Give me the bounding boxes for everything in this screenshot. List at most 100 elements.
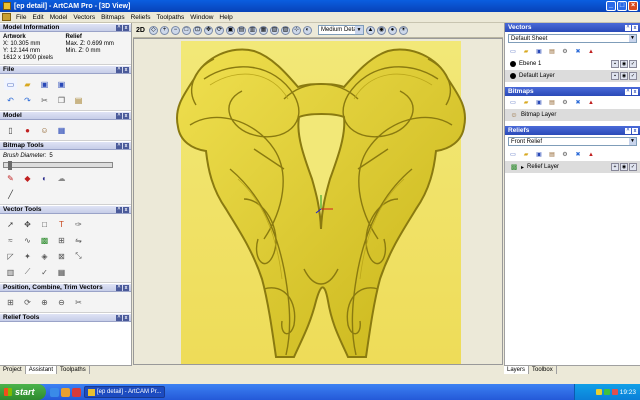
- text-icon[interactable]: T: [55, 218, 68, 230]
- layer-color-swatch[interactable]: [510, 61, 516, 67]
- brush-diameter-value[interactable]: 5: [49, 153, 52, 159]
- paint-brush-icon[interactable]: ✎: [4, 172, 17, 184]
- node-edit-icon[interactable]: ✥: [21, 218, 34, 230]
- left-view-icon[interactable]: ▦: [258, 25, 268, 35]
- menu-toolpaths[interactable]: Toolpaths: [153, 14, 187, 21]
- maximize-button[interactable]: □: [617, 1, 627, 11]
- close-button[interactable]: ×: [628, 1, 638, 11]
- measure-icon[interactable]: ⟋: [21, 266, 34, 278]
- menu-bitmaps[interactable]: Bitmaps: [98, 14, 127, 21]
- tray-icon[interactable]: [595, 389, 602, 395]
- colour-icon[interactable]: ●: [387, 25, 397, 35]
- rotate-icon[interactable]: ⟳: [21, 296, 34, 308]
- tab-toolpaths[interactable]: Toolpaths: [57, 366, 90, 374]
- relief-select[interactable]: Front Relief ▼: [508, 137, 637, 146]
- 2d-view-button[interactable]: 2D: [136, 27, 145, 34]
- wrap-icon[interactable]: ⊠: [55, 250, 68, 262]
- new-relief-layer-icon[interactable]: ▭: [508, 150, 518, 159]
- brush-diameter-slider[interactable]: [3, 161, 113, 170]
- eye-icon[interactable]: ◉: [620, 60, 628, 68]
- new-model-icon[interactable]: ▭: [4, 78, 17, 90]
- relief-properties-icon[interactable]: ⚙: [560, 150, 570, 159]
- close-icon[interactable]: x: [123, 112, 129, 119]
- layer-default[interactable]: Default Layer ▪ ◉ ✓: [505, 70, 640, 82]
- minimize-button[interactable]: _: [606, 1, 616, 11]
- erase-icon[interactable]: ◐: [38, 172, 51, 184]
- array-icon[interactable]: ▥: [4, 266, 17, 278]
- blend-icon[interactable]: ◈: [38, 250, 51, 262]
- save-icon[interactable]: ▣: [38, 78, 51, 90]
- open-bitmap-icon[interactable]: ▰: [521, 98, 531, 107]
- zoom-box-icon[interactable]: ⊡: [192, 25, 202, 35]
- set-origin-icon[interactable]: ●: [21, 124, 34, 136]
- zoom-fit-icon[interactable]: □: [181, 25, 191, 35]
- menu-window[interactable]: Window: [187, 14, 216, 21]
- delete-layer-icon[interactable]: ✖: [573, 47, 583, 56]
- mirror-icon[interactable]: ⇋: [72, 234, 85, 246]
- collapse-icon[interactable]: ^: [625, 88, 631, 95]
- bitmap-merge-icon[interactable]: ▤: [547, 98, 557, 107]
- right-view-icon[interactable]: ▥: [247, 25, 257, 35]
- offset-icon[interactable]: ⊞: [55, 234, 68, 246]
- bitmap-tools-header[interactable]: Bitmap Tools ^ x: [0, 141, 131, 150]
- open-relief-icon[interactable]: ▰: [521, 150, 531, 159]
- tab-layers[interactable]: Layers: [504, 366, 530, 374]
- bitmap-to-vector-icon[interactable]: ▩: [38, 234, 51, 246]
- check-icon[interactable]: ✓: [38, 266, 51, 278]
- ie-icon[interactable]: [50, 387, 59, 397]
- copy-icon[interactable]: ❐: [55, 94, 68, 106]
- collapse-icon[interactable]: ^: [116, 142, 122, 149]
- save-layer-icon[interactable]: ▣: [534, 47, 544, 56]
- 3d-view-viewport[interactable]: [133, 38, 503, 365]
- rectangle-icon[interactable]: □: [38, 218, 51, 230]
- axes-icon[interactable]: ⊹: [291, 25, 301, 35]
- relief-tools-header[interactable]: Relief Tools ^ x: [0, 313, 131, 322]
- collapse-icon[interactable]: ^: [625, 127, 631, 134]
- smooth-icon[interactable]: ☁: [55, 172, 68, 184]
- save-relief-icon[interactable]: ▣: [534, 150, 544, 159]
- open-folder-icon[interactable]: ▰: [21, 78, 34, 90]
- distort-icon[interactable]: ✦: [21, 250, 34, 262]
- material-icon[interactable]: ◐: [302, 25, 312, 35]
- close-icon[interactable]: x: [123, 142, 129, 149]
- menu-file[interactable]: File: [13, 14, 29, 21]
- vectors-header[interactable]: Vectors ^ x: [505, 23, 640, 32]
- menu-vectors[interactable]: Vectors: [70, 14, 98, 21]
- bitmap-properties-icon[interactable]: ⚙: [560, 98, 570, 107]
- collapse-icon[interactable]: ^: [116, 66, 122, 73]
- bitmaps-header[interactable]: Bitmaps ^ x: [505, 87, 640, 96]
- sheet-select[interactable]: Default Sheet ▼: [508, 34, 637, 43]
- polyline-icon[interactable]: ≈: [4, 234, 17, 246]
- layer-color-swatch[interactable]: [510, 73, 516, 79]
- cut-icon[interactable]: ✂: [38, 94, 51, 106]
- menu-reliefs[interactable]: Reliefs: [128, 14, 154, 21]
- layer-ebene-1[interactable]: Ebene 1 ▪ ◉ ✓: [505, 58, 640, 70]
- zoom-out-icon[interactable]: −: [170, 25, 180, 35]
- collapse-icon[interactable]: ^: [116, 314, 122, 321]
- back-view-icon[interactable]: ▨: [280, 25, 290, 35]
- close-icon[interactable]: x: [123, 66, 129, 73]
- merge-layer-icon[interactable]: ▤: [547, 47, 557, 56]
- collapse-icon[interactable]: ^: [116, 112, 122, 119]
- layer-up-icon[interactable]: ▲: [586, 47, 596, 56]
- top-view-icon[interactable]: ▣: [225, 25, 235, 35]
- document-menu-icon[interactable]: [2, 13, 11, 21]
- open-layer-icon[interactable]: ▰: [521, 47, 531, 56]
- eye-icon[interactable]: ◉: [620, 163, 628, 171]
- relief-up-icon[interactable]: ▲: [586, 150, 596, 159]
- taskbar-artcam-button[interactable]: [ep detail] - ArtCAM Pr...: [84, 386, 166, 398]
- reliefs-header[interactable]: Reliefs ^ x: [505, 126, 640, 135]
- iso-view-icon[interactable]: ◇: [148, 25, 158, 35]
- vector-tools-header[interactable]: Vector Tools ^ x: [0, 205, 131, 214]
- bottom-view-icon[interactable]: ▧: [269, 25, 279, 35]
- combine-mode-icon[interactable]: +: [611, 163, 619, 171]
- clock[interactable]: 19:23: [620, 389, 636, 396]
- paste-icon[interactable]: ▤: [72, 94, 85, 106]
- align-icon[interactable]: ⊞: [4, 296, 17, 308]
- pan-icon[interactable]: ✥: [203, 25, 213, 35]
- bitmap-up-icon[interactable]: ▲: [586, 98, 596, 107]
- start-button[interactable]: start: [0, 384, 46, 400]
- visibility-icon[interactable]: ✓: [629, 163, 637, 171]
- close-icon[interactable]: x: [632, 24, 638, 31]
- expand-icon[interactable]: ▸: [521, 164, 524, 171]
